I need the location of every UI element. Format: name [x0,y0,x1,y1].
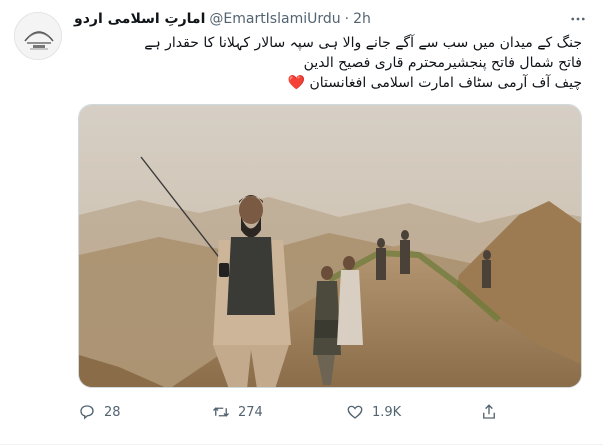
retweet-button[interactable]: 274 [212,400,263,424]
heart-icon [347,405,363,419]
like-button[interactable]: 1.9K [346,400,401,424]
tweet-line: جنگ کے میدان میں سب سے آگے جانے والا ہی … [144,35,582,51]
separator-dot: · [344,11,350,27]
tweet-header: امارتِ اسلامی اردو @EmartIslamiUrdu · 2h [74,9,371,29]
more-options-button[interactable] [567,8,589,30]
share-button[interactable] [480,400,498,424]
tweet-line: فاتح شمال فاتح پنجشیرمحترم قاری فصیح الد… [303,55,582,71]
retweet-count: 274 [238,404,263,420]
tweet-line-text: چیف آف آرمی سٹاف امارت اسلامی افغانستان [309,75,582,91]
reply-count: 28 [104,404,121,420]
reply-button[interactable]: 28 [78,400,121,424]
more-icon [571,17,585,21]
heart-emoji: ❤️ [287,75,306,91]
like-count: 1.9K [372,404,402,420]
share-icon [483,404,495,419]
mountain-photo [79,105,581,387]
retweet-icon [213,407,229,417]
tweet-card[interactable]: امارتِ اسلامی اردو @EmartIslamiUrdu · 2h… [0,0,603,445]
avatar[interactable] [14,12,62,60]
tweet-actions: 28 274 1.9K [78,400,518,424]
emblem-logo-icon [15,13,61,59]
tweet-photo[interactable] [78,104,582,388]
display-name[interactable]: امارتِ اسلامی اردو [74,11,205,27]
user-handle[interactable]: @EmartIslamiUrdu [209,11,340,27]
tweet-text: جنگ کے میدان میں سب سے آگے جانے والا ہی … [74,33,582,93]
reply-icon [80,405,94,420]
timestamp[interactable]: 2h [353,11,371,27]
tweet-line-3: چیف آف آرمی سٹاف امارت اسلامی افغانستان … [74,73,582,93]
